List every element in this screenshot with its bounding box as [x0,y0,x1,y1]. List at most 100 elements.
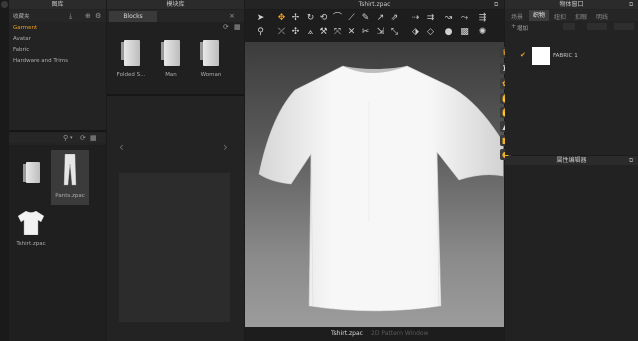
stretch-tool-icon[interactable]: ⤡ [389,27,400,38]
tree-item-hardware[interactable]: Hardware and Trims [13,58,68,64]
toolbar-button[interactable] [563,23,575,30]
iron-tool-icon[interactable]: ⟑ [305,27,316,38]
close-icon[interactable]: × [229,12,235,20]
download-icon[interactable]: ⤓ [69,12,72,20]
folder-item[interactable] [12,150,50,205]
seam-tool-icon[interactable]: ⤧ [332,27,343,38]
zipper-tool-icon[interactable]: ↝ [443,13,454,24]
next-arrow-icon[interactable]: › [223,140,228,154]
file-grid: Pants.zpac Tshirt.zpac [9,145,106,341]
module-library-header: 模块库 [107,0,244,9]
prev-arrow-icon[interactable]: ‹ [119,140,124,154]
tshirt-3d-model[interactable] [245,42,504,327]
file-name: Pants.zpac [55,193,85,199]
object-window: 物体窗口 ⧉ 场景 织物 纽扣 扣眼 明线 + 增加 ✔ FABRIC 1 [505,0,638,155]
refresh-icon[interactable]: ⟳ [80,134,86,142]
maximize-icon[interactable]: ⧉ [629,157,633,165]
fold-tool-icon[interactable]: ↻ [305,13,316,24]
viewport-panel: Tshirt.zpac ⧉ ➤ ✥ ✢ ↻ ⟲ ⌒ ⟋ ✎ ↗ ⇗ ⇢ ⇉ ↝ … [245,0,511,341]
add-icon[interactable]: ⊕ [85,12,91,20]
module-tab-bar: Blocks × [107,10,244,22]
property-editor-header: 属性编辑器 [505,156,638,165]
graphic-tool-icon[interactable]: ⬗ [410,27,421,38]
search-icon[interactable]: ⚲ [63,134,68,142]
brush-tool-icon[interactable]: ✎ [360,13,371,24]
block-item-man[interactable]: Man [152,34,190,84]
sphere-tool-icon[interactable]: ● [443,27,454,38]
fabric-name: FABRIC 1 [553,53,578,59]
pants-thumbnail [63,154,77,186]
button-tool-icon[interactable]: ⇉ [425,13,436,24]
cut-tool-icon[interactable]: ✂ [360,27,371,38]
puckering-tool-icon[interactable]: ◇ [425,27,436,38]
refresh-icon[interactable]: ⟳ [223,23,229,31]
settings-icon[interactable]: ⚙ [95,12,101,20]
line-tool-icon[interactable]: ⟋ [346,13,357,24]
add-button[interactable]: 增加 [517,24,528,32]
tree-item-fabric[interactable]: Fabric [13,47,29,53]
tab-topstitch[interactable]: 明线 [593,12,611,21]
glue-tool-icon[interactable]: ⇲ [375,27,386,38]
fabric-list-item[interactable]: ✔ FABRIC 1 [505,44,638,68]
tab-3d-view[interactable]: Tshirt.zpac [331,330,363,337]
tab-2d-pattern[interactable]: 2D Pattern Window [371,330,429,337]
select-mesh-icon[interactable]: ✣ [290,27,301,38]
texture-tool-icon[interactable]: ⇶ [477,13,488,24]
avatar-tool-icon[interactable]: ⚲ [255,27,266,38]
toolbar-button[interactable] [614,23,634,30]
grid-tool-icon[interactable]: ▩ [459,27,470,38]
tab-fabric[interactable]: 织物 [529,10,549,21]
library-panel: 图库 收藏夹 ⤓ ⊕ ⚙ Garment Avatar Fabric Hardw… [9,0,106,341]
tree-item-avatar[interactable]: Avatar [13,36,31,42]
chevron-down-icon[interactable]: ▾ [70,134,73,142]
transform-tool-icon[interactable]: ⟲ [318,13,329,24]
tab-buttonhole[interactable]: 扣眼 [572,12,590,21]
file-item-pants[interactable]: Pants.zpac [51,150,89,205]
check-icon: ✔ [520,51,526,59]
maximize-icon[interactable]: ⧉ [629,1,633,9]
block-label: Folded S... [116,72,146,78]
toolbar-button[interactable] [587,23,607,30]
trim-tool-icon[interactable]: ⤳ [459,13,470,24]
tab-button[interactable]: 纽扣 [551,12,569,21]
block-item-folded[interactable]: Folded S... [110,34,152,84]
stitch-tool-icon[interactable]: ⇢ [410,13,421,24]
viewport-title: Tshirt.zpac [245,0,504,9]
object-tabs: 场景 织物 纽扣 扣眼 明线 [505,10,638,21]
file-name: Tshirt.zpac [16,241,46,247]
library-header: 图库 [9,0,106,9]
add-icon[interactable]: + [511,23,516,30]
favorites-bar: 收藏夹 ⤓ ⊕ ⚙ [9,10,106,22]
needle-tool-icon[interactable]: ↗ [375,13,386,24]
arrange-tool-icon[interactable]: ⤫ [276,27,287,38]
move-tool-icon[interactable]: ✥ [276,13,287,24]
tab-blocks[interactable]: Blocks [109,11,157,22]
measure-tool-icon[interactable]: ⌒ [332,13,343,24]
view-toggle-icon[interactable]: ▦ [234,23,241,31]
3d-canvas[interactable] [245,42,504,327]
pin-tool-icon[interactable]: ✢ [290,13,301,24]
block-label: Woman [200,72,222,78]
tab-scene[interactable]: 场景 [508,12,526,21]
object-window-header: 物体窗口 [505,0,638,9]
select-tool-icon[interactable]: ➤ [255,13,266,24]
view-toggle-icon[interactable]: ▦ [90,134,97,142]
favorites-label: 收藏夹 [13,14,30,20]
browser-toolbar: ⚲ ▾ ⟳ ▦ [9,133,106,143]
maximize-icon[interactable]: ⧉ [494,1,498,9]
lighting-tool-icon[interactable]: ✺ [477,27,488,38]
edit-pattern-icon[interactable]: ⚒ [318,27,329,38]
file-item-tshirt[interactable]: Tshirt.zpac [12,207,50,257]
folder-icon [161,40,180,66]
tack-tool-icon[interactable]: ✕ [346,27,357,38]
block-item-woman[interactable]: Woman [190,34,232,84]
folder-icon [121,40,140,66]
tree-item-garment[interactable]: Garment [13,25,37,31]
property-editor: 属性编辑器 ⧉ [505,156,638,341]
module-library-panel: 模块库 Blocks × ⟳ ▦ Folded S... Man Woman ‹… [107,0,244,341]
library-tree: Garment Avatar Fabric Hardware and Trims [9,23,106,65]
viewport-bottom-tabs: Tshirt.zpac 2D Pattern Window [245,327,504,341]
tape-tool-icon[interactable]: ⇗ [389,13,400,24]
menu-icon[interactable] [1,1,8,8]
folder-icon [23,162,40,183]
